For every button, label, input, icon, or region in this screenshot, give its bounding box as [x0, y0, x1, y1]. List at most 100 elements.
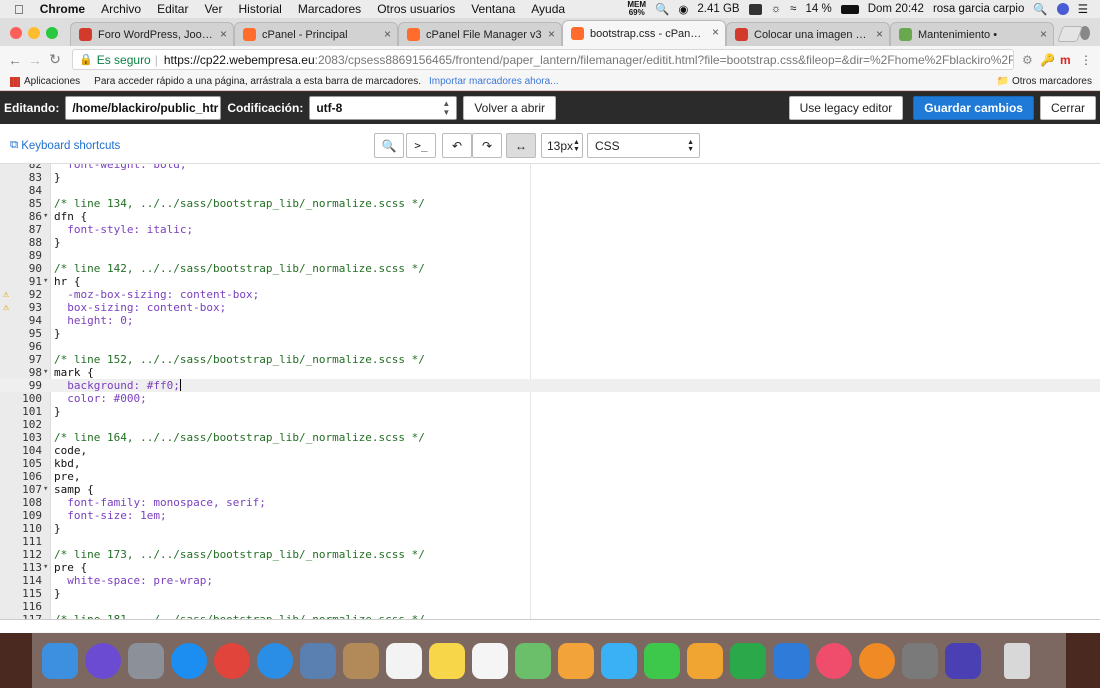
code-line[interactable]: 84	[0, 184, 1100, 197]
minimize-window-button[interactable]	[28, 27, 40, 39]
numbers-icon[interactable]	[730, 642, 766, 679]
code-line[interactable]: 111	[0, 535, 1100, 548]
code-line[interactable]: 82 font-weight: bold;	[0, 164, 1100, 171]
font-size-select[interactable]: 13px ▲ ▼	[541, 133, 583, 158]
menu-ver[interactable]: Ver	[204, 2, 222, 16]
code-line[interactable]: 97 /* line 152, ../../sass/bootstrap_lib/…	[0, 353, 1100, 366]
browser-tab[interactable]: Mantenimiento • ×	[890, 22, 1054, 46]
reload-button[interactable]: ↻	[46, 51, 64, 68]
facetime-icon[interactable]	[644, 642, 680, 679]
browser-tab[interactable]: Colocar una imagen de fond ×	[726, 22, 890, 46]
menu-historial[interactable]: Historial	[238, 2, 281, 16]
current-user[interactable]: rosa garcia carpio	[933, 3, 1024, 15]
code-line[interactable]: 105 kbd,	[0, 457, 1100, 470]
chrome-menu-icon[interactable]: ⋮	[1080, 53, 1094, 67]
keyboard-shortcuts-link[interactable]: ⧉ Keyboard shortcuts	[10, 139, 120, 152]
save-changes-button[interactable]: Guardar cambios	[913, 96, 1034, 120]
import-bookmarks-link[interactable]: Importar marcadores ahora...	[429, 76, 559, 87]
fold-toggle-icon[interactable]: ▾	[43, 483, 48, 496]
code-line[interactable]: 109 font-size: 1em;	[0, 509, 1100, 522]
code-line[interactable]: 87 font-style: italic;	[0, 223, 1100, 236]
code-line[interactable]: 101}	[0, 405, 1100, 418]
code-line[interactable]: 83}	[0, 171, 1100, 184]
close-tab-icon[interactable]: ×	[220, 27, 227, 41]
calendar-icon[interactable]	[386, 642, 422, 679]
extension-icon[interactable]: ⚙	[1022, 53, 1036, 67]
apple-menu-icon[interactable]: 	[14, 2, 24, 17]
memory-status[interactable]: MEM 69%	[627, 1, 646, 17]
code-line[interactable]: 100 color: #000;	[0, 392, 1100, 405]
siri-icon[interactable]	[85, 642, 121, 679]
code-line[interactable]: 94 height: 0;	[0, 314, 1100, 327]
contacts-icon[interactable]	[343, 642, 379, 679]
user-icon[interactable]: ☼	[771, 3, 782, 15]
trash-icon[interactable]	[1004, 642, 1030, 679]
file-path-field[interactable]: /home/blackiro/public_htr	[65, 96, 222, 120]
reminders-icon[interactable]	[472, 642, 508, 679]
code-line[interactable]: 88}	[0, 236, 1100, 249]
close-tab-icon[interactable]: ×	[548, 27, 555, 41]
launchpad-icon[interactable]	[128, 642, 164, 679]
menu-ventana[interactable]: Ventana	[471, 2, 515, 16]
spotlight-icon[interactable]: 🔍	[1033, 2, 1047, 16]
photos-icon[interactable]	[558, 642, 594, 679]
app-menu[interactable]: Chrome	[40, 2, 85, 16]
menu-editar[interactable]: Editar	[157, 2, 188, 16]
close-tab-icon[interactable]: ×	[712, 25, 719, 39]
finder-icon[interactable]	[42, 642, 78, 679]
browser-tab[interactable]: bootstrap.css - cPanel File M ×	[562, 20, 726, 46]
battery-status[interactable]: 14 %	[805, 3, 831, 15]
new-tab-button[interactable]	[1057, 26, 1084, 42]
terminal-button[interactable]: >_	[406, 133, 436, 158]
close-tab-icon[interactable]: ×	[1040, 27, 1047, 41]
maps-icon[interactable]	[515, 642, 551, 679]
url-bar[interactable]: 🔒 Es seguro | https://cp22.webempresa.eu…	[72, 49, 1014, 70]
wrap-toggle-button[interactable]: ↔	[506, 133, 536, 158]
code-line[interactable]: 110}	[0, 522, 1100, 535]
clock[interactable]: Dom 20:42	[868, 3, 924, 15]
search-status-icon[interactable]: 🔍	[655, 2, 669, 16]
system-preferences-icon[interactable]	[902, 642, 938, 679]
books-icon[interactable]	[859, 642, 895, 679]
code-line[interactable]: 89	[0, 249, 1100, 262]
close-button[interactable]: Cerrar	[1039, 96, 1096, 120]
display-icon[interactable]	[748, 3, 762, 15]
screenflow-icon[interactable]	[945, 642, 981, 679]
encoding-select[interactable]: utf-8 ▲ ▼	[309, 96, 458, 120]
forward-button[interactable]: →	[26, 52, 44, 68]
redo-button[interactable]: ↷	[472, 133, 502, 158]
code-line[interactable]: 99 background: #ff0;	[0, 379, 1100, 392]
back-button[interactable]: ←	[6, 52, 24, 68]
wifi-icon[interactable]: ≈	[790, 3, 796, 15]
code-line[interactable]: 115}	[0, 587, 1100, 600]
code-line[interactable]: 116	[0, 600, 1100, 613]
code-line[interactable]: ⚠ 93 box-sizing: content-box;	[0, 301, 1100, 314]
code-line[interactable]: 106 pre,	[0, 470, 1100, 483]
code-line[interactable]: 96	[0, 340, 1100, 353]
fold-toggle-icon[interactable]: ▾	[43, 275, 48, 288]
code-editor[interactable]: 82 font-weight: bold; 83} 84 85/* line 134,…	[0, 164, 1100, 619]
music-icon[interactable]	[816, 642, 852, 679]
pages-icon[interactable]	[687, 642, 723, 679]
code-line[interactable]: 112 /* line 173, ../../sass/bootstrap_lib…	[0, 548, 1100, 561]
code-line[interactable]: 114 white-space: pre-wrap;	[0, 574, 1100, 587]
maximize-window-button[interactable]	[46, 27, 58, 39]
siri-menu-icon[interactable]	[1056, 3, 1069, 15]
code-line[interactable]: 104 code,	[0, 444, 1100, 457]
key-extension-icon[interactable]: 🔑	[1040, 53, 1055, 67]
reopen-button[interactable]: Volver a abrir	[463, 96, 557, 120]
notification-center-icon[interactable]: ☰	[1078, 2, 1088, 16]
storage-status[interactable]: 2.41 GB	[697, 3, 739, 15]
code-line[interactable]: 108 font-family: monospace, serif;	[0, 496, 1100, 509]
undo-button[interactable]: ↶	[442, 133, 472, 158]
code-line[interactable]: 90 /* line 142, ../../sass/bootstrap_lib/…	[0, 262, 1100, 275]
apps-bookmark[interactable]: Aplicaciones	[24, 76, 80, 87]
menu-archivo[interactable]: Archivo	[101, 2, 141, 16]
close-tab-icon[interactable]: ×	[384, 27, 391, 41]
code-line[interactable]: 85 /* line 134, ../../sass/bootstrap_lib/…	[0, 197, 1100, 210]
photo-viewer-icon[interactable]	[300, 642, 336, 679]
code-line[interactable]: 113 ▾ pre {	[0, 561, 1100, 574]
messages-icon[interactable]	[601, 642, 637, 679]
code-line[interactable]: ⚠ 92 -moz-box-sizing: content-box;	[0, 288, 1100, 301]
menu-ayuda[interactable]: Ayuda	[531, 2, 565, 16]
